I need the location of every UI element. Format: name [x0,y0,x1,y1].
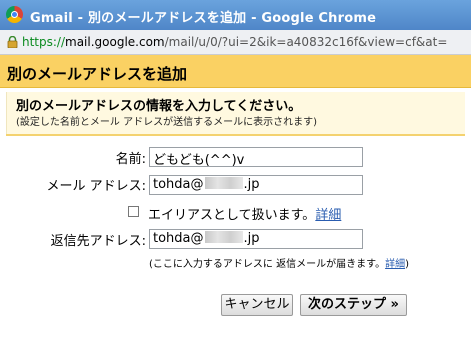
lock-icon [7,36,18,48]
reply-to-note: (ここに入力するアドレスに 返信メールが届きます。詳細) [149,255,409,270]
instruction-panel: 別のメールアドレスの情報を入力してください。 (設定した名前とメール アドレスが… [6,92,465,135]
alias-checkbox[interactable] [128,206,139,217]
name-value: どもども(^^)v [153,153,245,167]
alias-label: エイリアスとして扱います。 [148,208,316,223]
alias-option: エイリアスとして扱います。詳細 [148,204,341,223]
reply-details-link[interactable]: 詳細 [385,259,405,270]
chrome-icon [6,6,23,23]
alias-details-link[interactable]: 詳細 [315,208,341,223]
reply-to-label: 返信先アドレス: [50,234,146,249]
redacted-domain [204,177,243,189]
cancel-button[interactable]: キャンセル [221,294,293,316]
reply-note-text: (ここに入力するアドレスに 返信メールが届きます。 [149,259,386,270]
url-scheme: https:// [22,35,66,49]
next-step-button[interactable]: 次のステップ » [300,294,407,316]
email-label: メール アドレス: [46,179,146,194]
reply-note-close: ) [405,259,409,270]
reply-to-field[interactable]: tohda@ .jp [149,229,363,249]
instruction-subtitle: (設定した名前とメール アドレスが送信するメールに表示されます) [16,117,317,128]
reply-prefix: tohda@ [153,231,204,246]
dialog-title: 別のメールアドレスを追加 [7,65,188,83]
panel-divider [6,134,465,136]
window-titlebar: Gmail - 別のメールアドレスを追加 - Google Chrome [0,0,471,30]
url-text[interactable]: https://mail.google.com/mail/u/0/?ui=2&i… [22,35,447,49]
redacted-domain [204,231,243,243]
address-bar[interactable]: https://mail.google.com/mail/u/0/?ui=2&i… [0,30,471,55]
url-domain: mail.google.com [65,35,165,49]
window-title: Gmail - 別のメールアドレスを追加 - Google Chrome [30,11,377,26]
email-prefix: tohda@ [153,177,204,192]
reply-suffix: .jp [243,231,260,246]
name-label: 名前: [115,152,146,167]
email-suffix: .jp [243,177,260,192]
url-path: /mail/u/0/?ui=2&ik=a40832c16f&view=cf&at… [164,35,448,49]
name-field[interactable]: どもども(^^)v [149,147,363,167]
email-field[interactable]: tohda@ .jp [149,175,363,195]
instruction-title: 別のメールアドレスの情報を入力してください。 [16,99,302,114]
dialog-header: 別のメールアドレスを追加 [0,55,471,88]
